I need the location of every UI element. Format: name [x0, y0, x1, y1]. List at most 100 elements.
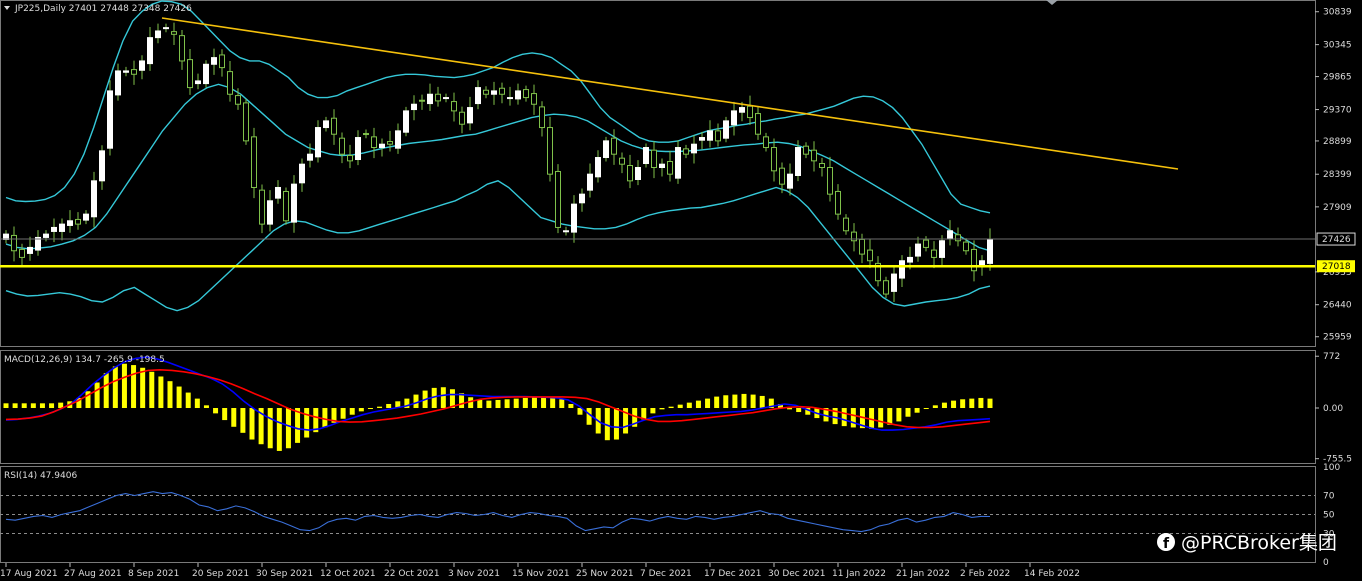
trading-chart[interactable]: 3083930345298652937028899283992790926933…	[0, 0, 1362, 581]
macd-histogram-bar	[951, 400, 957, 409]
candle-body	[659, 163, 665, 169]
price-tick-label: 28399	[1323, 170, 1352, 180]
macd-indicator	[3, 356, 993, 451]
macd-histogram-bar	[705, 398, 711, 409]
candle-body	[627, 165, 633, 182]
macd-histogram-bar	[905, 408, 911, 417]
candle-body	[923, 239, 929, 248]
macd-histogram-bar	[787, 408, 793, 410]
candle-body	[339, 137, 345, 155]
macd-histogram-bar	[249, 408, 255, 440]
macd-histogram-bar	[222, 408, 228, 421]
date-tick-label: 30 Sep 2021	[256, 569, 313, 579]
macd-histogram-bar	[531, 397, 537, 409]
macd-histogram-bar	[987, 398, 993, 409]
macd-histogram-bar	[413, 394, 419, 409]
candle-body	[291, 183, 297, 223]
candle-body	[651, 149, 657, 169]
candle-body	[515, 90, 521, 100]
candle-body	[283, 190, 289, 222]
price-tick-label: 30839	[1323, 8, 1352, 18]
macd-histogram-bar	[477, 399, 483, 409]
candle-body	[163, 27, 169, 30]
candle-body	[83, 213, 89, 221]
candle-body	[619, 157, 625, 165]
macd-histogram-bar	[723, 395, 729, 409]
macd-histogram-bar	[131, 365, 137, 409]
macd-histogram-bar	[960, 399, 966, 409]
macd-histogram-bar	[541, 397, 547, 409]
macd-histogram-bar	[231, 408, 237, 427]
candle-body	[891, 273, 897, 292]
rsi-tick-label: 100	[1323, 463, 1340, 473]
candle-body	[419, 99, 425, 102]
macd-histogram-bar	[677, 404, 683, 409]
macd-histogram-bar	[49, 403, 55, 409]
macd-histogram-bar	[276, 408, 282, 451]
macd-histogram-bar	[741, 393, 747, 409]
candle-body	[131, 69, 137, 75]
macd-histogram-bar	[194, 398, 200, 409]
candle-body	[707, 130, 713, 141]
candle-body	[475, 87, 481, 105]
candle-body	[827, 167, 833, 195]
candle-body	[331, 117, 337, 135]
macd-histogram-bar	[30, 403, 36, 409]
candle-body	[883, 280, 889, 295]
dropdown-triangle-icon[interactable]	[4, 6, 10, 10]
candle-body	[315, 127, 321, 158]
macd-histogram-bar	[504, 399, 510, 409]
macd-histogram-bar	[513, 398, 519, 409]
candle-body	[971, 248, 977, 272]
candle-body	[915, 243, 921, 257]
candle-body	[91, 180, 97, 218]
candle-body	[179, 35, 185, 62]
macd-histogram-bar	[185, 392, 191, 409]
candle-body	[571, 203, 577, 233]
date-tick-label: 3 Nov 2021	[448, 569, 500, 579]
macd-histogram-bar	[850, 408, 856, 428]
candle-body	[563, 230, 569, 233]
date-tick-label: 7 Dec 2021	[640, 569, 692, 579]
date-tick-label: 2 Feb 2022	[960, 569, 1010, 579]
macd-histogram-bar	[486, 400, 492, 409]
candle-body	[939, 240, 945, 258]
macd-histogram-bar	[158, 376, 164, 409]
candle-body	[139, 60, 145, 71]
price-panel-frame	[0, 0, 1316, 347]
candle-body	[243, 102, 249, 142]
macd-histogram-bar	[94, 382, 100, 409]
price-tick-label: 28899	[1323, 137, 1352, 147]
candle-body	[739, 107, 745, 113]
macd-histogram-bar	[386, 403, 392, 409]
candle-body	[123, 70, 129, 73]
macd-histogram-bar	[267, 408, 273, 449]
candle-body	[819, 163, 825, 169]
date-tick-label: 17 Dec 2021	[704, 569, 762, 579]
candle-body	[259, 189, 265, 225]
macd-histogram-bar	[887, 408, 893, 425]
price-tick-label: 30345	[1323, 41, 1352, 51]
date-tick-label: 8 Sep 2021	[128, 569, 179, 579]
macd-histogram-bar	[21, 403, 27, 409]
date-tick-label: 27 Aug 2021	[64, 569, 122, 579]
scroll-marker-icon	[1046, 0, 1058, 5]
date-tick-label: 25 Nov 2021	[576, 569, 634, 579]
candle-body	[963, 241, 969, 252]
macd-histogram-bar	[358, 408, 364, 412]
candle-body	[443, 97, 449, 100]
candle-body	[195, 80, 201, 85]
macd-histogram-bar	[841, 408, 847, 427]
candle-body	[803, 145, 809, 155]
candle-body	[787, 173, 793, 189]
candle-body	[723, 120, 729, 139]
candle-body	[403, 110, 409, 133]
macd-histogram-bar	[349, 408, 355, 415]
candle-body	[219, 54, 225, 69]
candle-body	[235, 95, 241, 105]
candle-body	[411, 103, 417, 111]
candle-body	[51, 226, 57, 232]
macd-histogram-bar	[878, 408, 884, 428]
candle-body	[675, 147, 681, 179]
macd-histogram-bar	[941, 402, 947, 409]
